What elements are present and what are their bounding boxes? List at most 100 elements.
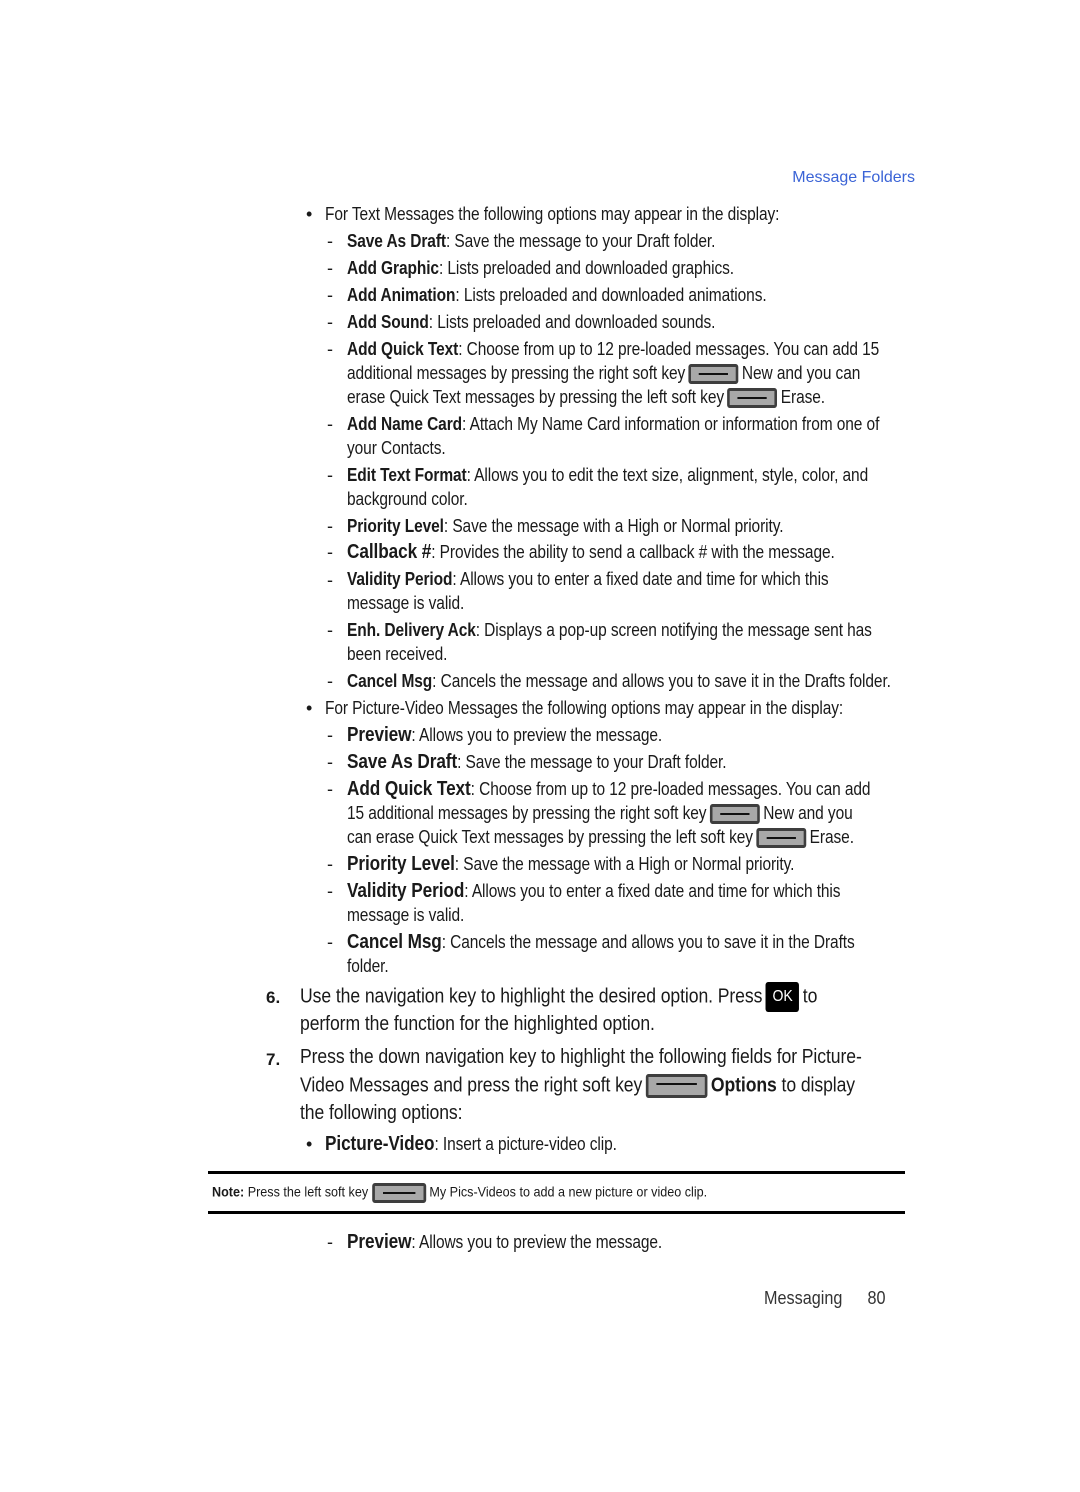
item-desc: : Allows you to preview the message. bbox=[411, 725, 663, 745]
dash: - bbox=[327, 231, 333, 251]
list-item: Priority Level: Save the message with a … bbox=[347, 853, 794, 876]
page-footer: Messaging 80 bbox=[764, 1288, 911, 1309]
soft-key-icon bbox=[688, 364, 739, 385]
step-term: Options bbox=[710, 1074, 777, 1097]
item-desc: : Allows you to preview the message. bbox=[411, 1232, 663, 1252]
item-term: Add Quick Text bbox=[347, 339, 459, 359]
section-header: Message Folders bbox=[792, 169, 915, 186]
soft-key-icon bbox=[756, 828, 807, 849]
item-desc: New and you bbox=[763, 803, 853, 823]
note-text: My Pics-Videos to add a new picture or v… bbox=[429, 1183, 708, 1200]
item-desc: : Lists preloaded and downloaded animati… bbox=[455, 285, 767, 305]
ok-key-icon: OK bbox=[765, 982, 800, 1012]
item-desc: : Allows you to enter a fixed date and t… bbox=[464, 881, 841, 901]
item-term: Enh. Delivery Ack bbox=[347, 620, 476, 640]
list-item: Cancel Msg: Cancels the message and allo… bbox=[347, 671, 891, 692]
list-item: Picture-Video: Insert a picture-video cl… bbox=[325, 1133, 617, 1156]
list-item: Save As Draft: Save the message to your … bbox=[347, 751, 727, 774]
item-term: Preview bbox=[347, 1231, 412, 1253]
note: Note: Press the left soft key My Pics-Vid… bbox=[212, 1183, 707, 1203]
item-term: Add Quick Text bbox=[347, 778, 471, 800]
dash: - bbox=[327, 932, 333, 952]
item-desc: : Lists preloaded and downloaded graphic… bbox=[438, 258, 734, 278]
item-term: Validity Period bbox=[347, 880, 465, 902]
item-term: Priority Level bbox=[347, 516, 444, 536]
item-desc: can erase Quick Text messages by pressin… bbox=[347, 827, 753, 847]
note-label: Note: bbox=[212, 1183, 245, 1200]
item-desc: : Insert a picture-video clip. bbox=[434, 1134, 617, 1154]
item-desc: additional messages by pressing the righ… bbox=[347, 363, 686, 383]
dash: - bbox=[327, 779, 333, 799]
step-text: Press the down navigation key to highlig… bbox=[300, 1046, 862, 1068]
item-desc: : Lists preloaded and downloaded sounds. bbox=[428, 312, 716, 332]
list-item-continuation: message is valid. bbox=[347, 593, 465, 613]
dash: - bbox=[327, 312, 333, 332]
step-number: 7. bbox=[266, 1050, 281, 1069]
dash: - bbox=[327, 854, 333, 874]
item-term: Add Animation bbox=[347, 285, 456, 305]
item-desc: Erase. bbox=[809, 827, 854, 847]
item-desc: : Save the message with a High or Normal… bbox=[454, 854, 795, 874]
step-text: Use the navigation key to highlight the … bbox=[300, 982, 817, 1012]
bullet: • bbox=[306, 1134, 313, 1154]
text-messages-intro: For Text Messages the following options … bbox=[325, 204, 780, 224]
item-desc: : Provides the ability to send a callbac… bbox=[431, 542, 835, 562]
list-item-continuation: erase Quick Text messages by pressing th… bbox=[347, 387, 825, 409]
item-desc: : Allows you to edit the text size, alig… bbox=[466, 465, 869, 485]
item-desc: Erase. bbox=[780, 387, 825, 407]
item-desc: : Choose from up to 12 pre-loaded messag… bbox=[470, 779, 871, 799]
footer-chapter: Messaging bbox=[764, 1288, 843, 1308]
soft-key-icon bbox=[727, 388, 778, 409]
item-term: Cancel Msg bbox=[347, 931, 442, 953]
divider bbox=[208, 1211, 905, 1214]
step-desc: to display bbox=[776, 1074, 856, 1097]
dash: - bbox=[327, 671, 333, 691]
item-term: Save As Draft bbox=[347, 231, 446, 251]
step-text-continuation: the following options: bbox=[300, 1102, 463, 1124]
list-item-continuation: been received. bbox=[347, 644, 448, 664]
list-item: Preview: Allows you to preview the messa… bbox=[347, 1231, 662, 1254]
item-term: Save As Draft bbox=[347, 751, 458, 773]
dash: - bbox=[327, 465, 333, 485]
list-item: Add Quick Text: Choose from up to 12 pre… bbox=[347, 778, 871, 801]
list-item: Add Sound: Lists preloaded and downloade… bbox=[347, 312, 715, 333]
list-item: Cancel Msg: Cancels the message and allo… bbox=[347, 931, 855, 954]
list-item: Save As Draft: Save the message to your … bbox=[347, 231, 715, 252]
item-term: Cancel Msg bbox=[347, 671, 433, 691]
list-item-continuation: folder. bbox=[347, 956, 389, 976]
dash: - bbox=[327, 516, 333, 536]
item-term: Preview bbox=[347, 724, 412, 746]
item-desc: : Save the message to your Draft folder. bbox=[445, 231, 716, 251]
step-text-continuation: Video Messages and press the right soft … bbox=[300, 1074, 855, 1098]
soft-key-icon bbox=[645, 1074, 708, 1098]
soft-key-icon bbox=[709, 804, 760, 825]
list-item: Add Graphic: Lists preloaded and downloa… bbox=[347, 258, 734, 279]
dash: - bbox=[327, 414, 333, 434]
item-desc: : Attach My Name Card information or inf… bbox=[462, 414, 880, 434]
list-item: Callback #: Provides the ability to send… bbox=[347, 541, 835, 564]
dash: - bbox=[327, 570, 333, 590]
item-desc: : Allows you to enter a fixed date and t… bbox=[452, 569, 829, 589]
bullet: • bbox=[306, 698, 313, 718]
item-desc: : Displays a pop-up screen notifying the… bbox=[475, 620, 872, 640]
list-item-continuation: message is valid. bbox=[347, 905, 465, 925]
dash: - bbox=[327, 752, 333, 772]
dash: - bbox=[327, 725, 333, 745]
dash: - bbox=[327, 285, 333, 305]
dash: - bbox=[327, 339, 333, 359]
item-term: Add Sound bbox=[347, 312, 429, 332]
dash: - bbox=[327, 881, 333, 901]
list-item-continuation: can erase Quick Text messages by pressin… bbox=[347, 827, 854, 849]
item-term: Edit Text Format bbox=[347, 465, 467, 485]
item-desc: 15 additional messages by pressing the r… bbox=[347, 803, 707, 823]
list-item: Add Name Card: Attach My Name Card infor… bbox=[347, 414, 879, 435]
step-desc: to bbox=[802, 985, 818, 1008]
dash: - bbox=[327, 258, 333, 278]
step-desc: Use the navigation key to highlight the … bbox=[300, 985, 763, 1008]
bullet: • bbox=[306, 204, 313, 224]
item-desc: : Save the message to your Draft folder. bbox=[457, 752, 727, 772]
step-number: 6. bbox=[266, 988, 281, 1007]
list-item: Edit Text Format: Allows you to edit the… bbox=[347, 465, 868, 486]
list-item-continuation: your Contacts. bbox=[347, 438, 446, 458]
item-desc: : Choose from up to 12 pre-loaded messag… bbox=[458, 339, 880, 359]
